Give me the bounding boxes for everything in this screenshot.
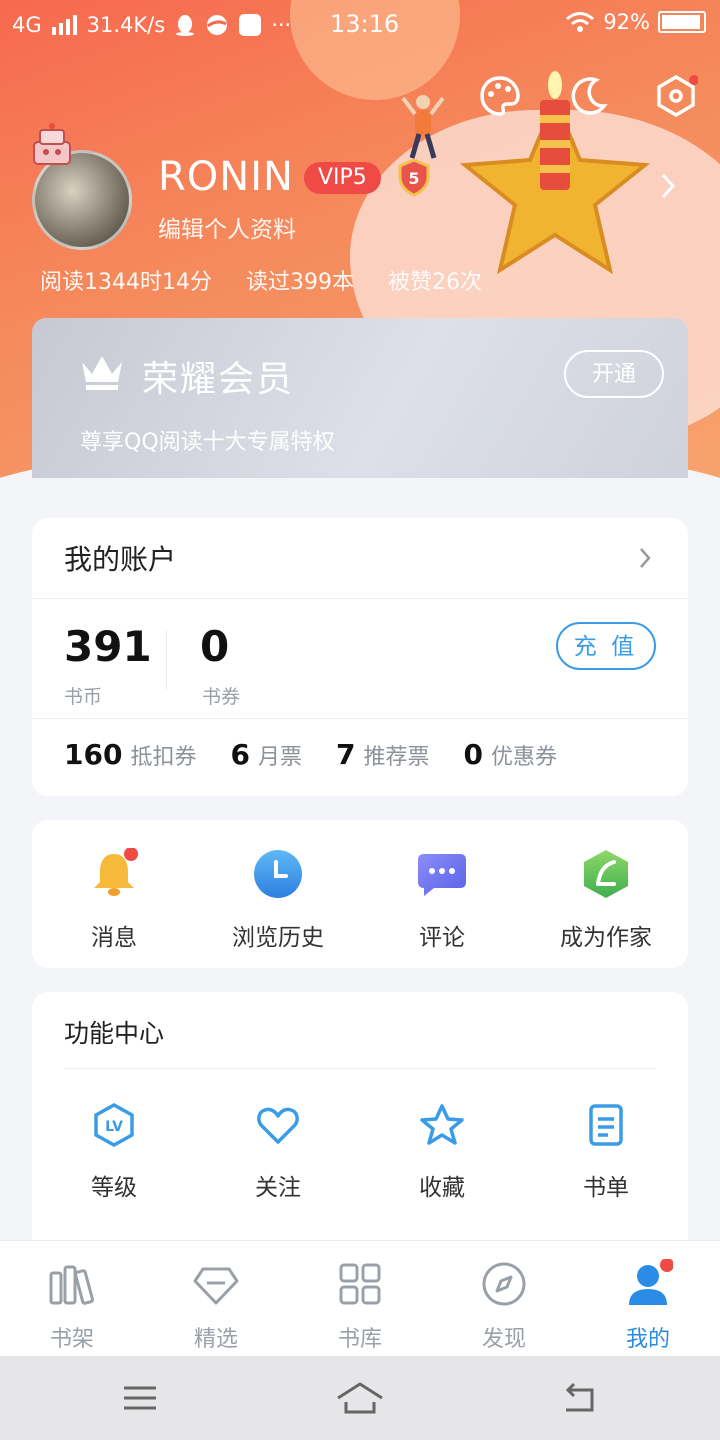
tab-library[interactable]: 书库 [288, 1259, 432, 1353]
signal-icon [51, 15, 77, 35]
more-notifications: ··· [271, 13, 292, 37]
edit-profile-link[interactable]: 编辑个人资料 [158, 210, 296, 244]
crown-icon [82, 356, 122, 390]
heart-icon [257, 1107, 299, 1144]
open-membership-button[interactable]: 开通 [564, 350, 664, 398]
reading-time-stat: 阅读1344时14分 [40, 270, 212, 295]
divider [32, 718, 688, 719]
divider [32, 598, 688, 599]
deduction-coupon-item[interactable]: 160 抵扣券 [64, 738, 196, 771]
bookshelf-icon [49, 1265, 95, 1305]
account-title[interactable]: 我的账户 [64, 538, 176, 578]
favorites-button[interactable]: 收藏 [360, 1102, 524, 1202]
book-coins-label: 书币 [64, 686, 103, 708]
booklist-label: 书单 [583, 1175, 629, 1201]
mail-app-icon [239, 14, 262, 36]
level-icon: LV [94, 1102, 134, 1148]
monthly-ticket-item[interactable]: 6 月票 [230, 738, 302, 771]
user-icon [629, 1258, 674, 1305]
tab-bookshelf-label: 书架 [49, 1327, 94, 1352]
decor-dancer-figure [401, 95, 445, 159]
tab-library-label: 书库 [337, 1327, 382, 1352]
booklist-button[interactable]: 书单 [524, 1102, 688, 1202]
system-navigation-bar [0, 1356, 720, 1440]
tab-featured[interactable]: 精选 [144, 1259, 288, 1353]
chevron-right-icon[interactable] [638, 546, 652, 570]
books-read-stat: 读过399本 [245, 270, 354, 295]
battery-percent: 92% [603, 10, 650, 34]
book-vouchers-label: 书券 [202, 686, 241, 708]
ticket-summary-row: 160 抵扣券 6 月票 7 推荐票 0 优惠券 [64, 738, 591, 771]
messages-label: 消息 [91, 925, 137, 951]
star-icon [420, 1104, 464, 1145]
follow-label: 关注 [255, 1175, 301, 1201]
browser-icon [207, 15, 228, 35]
comments-label: 评论 [419, 925, 465, 951]
level-shield-icon: 5 [398, 158, 430, 197]
clock-time: 13:16 [330, 10, 400, 38]
tab-discover[interactable]: 发现 [432, 1259, 576, 1353]
tab-discover-label: 发现 [481, 1327, 526, 1352]
reading-stats: 阅读1344时14分 读过399本 被赞26次 [40, 264, 482, 296]
likes-stat: 被赞26次 [387, 270, 482, 295]
discount-coupon-item[interactable]: 0 优惠券 [463, 738, 557, 771]
member-title: 荣耀会员 [142, 359, 295, 400]
level-button[interactable]: LV 等级 [32, 1102, 196, 1202]
username: RONIN [158, 154, 294, 200]
history-label: 浏览历史 [232, 925, 324, 951]
wifi-icon [566, 12, 595, 32]
tab-mine[interactable]: 我的 [576, 1258, 720, 1353]
tab-featured-label: 精选 [193, 1327, 238, 1352]
comment-icon [418, 854, 466, 896]
recommend-ticket-item[interactable]: 7 推荐票 [336, 738, 430, 771]
status-bar: 4G 31.4K/s ··· 13:16 92% [0, 0, 720, 50]
divider [64, 1068, 656, 1069]
night-mode-moon-icon[interactable] [566, 74, 610, 118]
book-coins-value[interactable]: 391 [64, 622, 152, 671]
level-label: 等级 [91, 1175, 137, 1201]
vip-badge[interactable]: VIP5 [304, 162, 381, 194]
home-icon[interactable] [336, 1380, 384, 1416]
tab-mine-label: 我的 [625, 1327, 670, 1352]
birthday-cake-icon [33, 123, 71, 165]
become-writer-button[interactable]: 成为作家 [524, 848, 688, 952]
compass-icon [482, 1262, 526, 1306]
theme-palette-icon[interactable] [478, 74, 522, 118]
become-writer-label: 成为作家 [560, 925, 652, 951]
svg-text:5: 5 [408, 169, 419, 188]
recharge-button[interactable]: 充 值 [556, 622, 656, 670]
profile-chevron-right-icon[interactable] [658, 172, 678, 200]
tab-bookshelf[interactable]: 书架 [0, 1259, 144, 1353]
honor-member-banner[interactable]: 荣耀会员 尊享QQ阅读十大专属特权 开通 [32, 318, 688, 478]
comments-button[interactable]: 评论 [360, 848, 524, 952]
book-vouchers-value[interactable]: 0 [200, 622, 229, 671]
birthday-star-cake-illustration [459, 71, 651, 275]
member-description: 尊享QQ阅读十大专属特权 [80, 430, 335, 455]
qq-penguin-icon [176, 15, 195, 36]
feather-icon [584, 850, 628, 898]
bottom-tab-bar: 书架 精选 书库 发现 我的 [0, 1240, 720, 1356]
divider [166, 630, 167, 690]
back-icon[interactable] [560, 1380, 600, 1416]
messages-button[interactable]: 消息 [32, 847, 196, 952]
battery-icon [658, 11, 706, 33]
network-speed: 31.4K/s [86, 13, 166, 37]
settings-hexagon-icon[interactable] [654, 74, 698, 118]
svg-text:LV: LV [105, 1119, 123, 1135]
clock-icon [254, 850, 302, 898]
my-account-card: 我的账户 391 书币 0 书券 充 值 160 抵扣券 6 月票 7 推荐票 0 优惠… [32, 518, 688, 796]
grid-icon [339, 1263, 381, 1305]
booklist-icon [589, 1104, 623, 1146]
favorites-label: 收藏 [419, 1175, 465, 1201]
follow-button[interactable]: 关注 [196, 1102, 360, 1202]
history-button[interactable]: 浏览历史 [196, 848, 360, 952]
network-type: 4G [12, 13, 42, 37]
quick-actions-card: 消息 浏览历史 评论 成为作家 [32, 820, 688, 968]
menu-icon[interactable] [120, 1380, 160, 1416]
function-center-card: 功能中心 LV 等级 关注 收藏 书单 [32, 992, 688, 1252]
bell-icon [94, 847, 138, 896]
diamond-icon [193, 1267, 239, 1305]
function-center-title: 功能中心 [64, 1019, 165, 1048]
